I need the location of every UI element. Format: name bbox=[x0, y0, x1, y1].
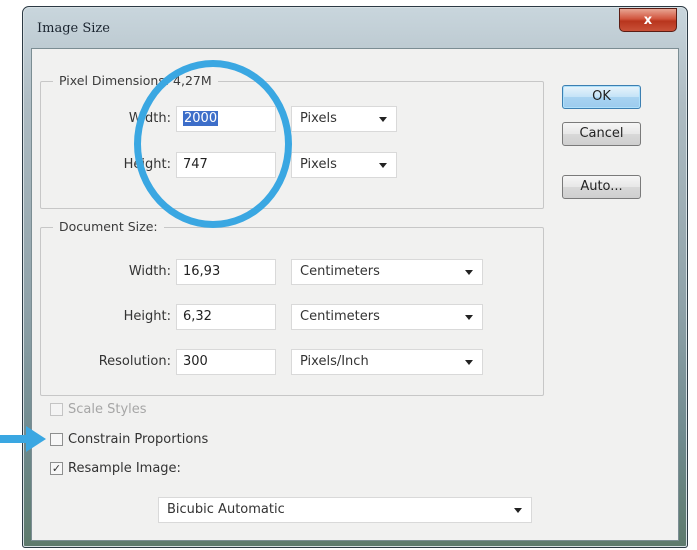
chevron-down-icon bbox=[514, 508, 522, 513]
pixel-height-unit-select[interactable]: Pixels bbox=[291, 152, 397, 178]
resample-method-value: Bicubic Automatic bbox=[167, 502, 285, 517]
resample-image-label[interactable]: Resample Image: bbox=[68, 461, 181, 476]
checkmark-icon: ✓ bbox=[51, 461, 62, 475]
doc-height-input[interactable]: 6,32 bbox=[176, 304, 276, 330]
title-bar[interactable]: Image Size x bbox=[23, 7, 687, 49]
dialog-body: Pixel Dimensions: 4,27M Width: 2000 Pixe… bbox=[31, 48, 679, 541]
pixel-width-input[interactable]: 2000 bbox=[176, 106, 276, 132]
chevron-down-icon bbox=[379, 117, 387, 122]
chevron-down-icon bbox=[465, 315, 473, 320]
document-size-group: Document Size: Width: 16,93 Centimeters … bbox=[40, 219, 544, 396]
ok-button[interactable]: OK bbox=[562, 85, 641, 109]
pixel-width-unit: Pixels bbox=[300, 111, 337, 126]
resample-image-checkbox[interactable]: ✓ bbox=[50, 461, 63, 475]
pixel-width-label: Width: bbox=[128, 111, 171, 126]
pixel-height-unit: Pixels bbox=[300, 157, 337, 172]
resolution-unit-select[interactable]: Pixels/Inch bbox=[291, 349, 483, 375]
doc-width-value: 16,93 bbox=[183, 264, 221, 279]
cancel-button[interactable]: Cancel bbox=[562, 122, 641, 146]
pixel-height-value: 747 bbox=[183, 157, 208, 172]
doc-width-input[interactable]: 16,93 bbox=[176, 259, 276, 285]
resample-method-select[interactable]: Bicubic Automatic bbox=[158, 497, 532, 523]
dialog-title: Image Size bbox=[37, 21, 110, 36]
resolution-input[interactable]: 300 bbox=[176, 349, 276, 375]
pixel-height-label: Height: bbox=[123, 157, 171, 172]
constrain-proportions-option[interactable]: Constrain Proportions bbox=[50, 429, 208, 449]
constrain-proportions-checkbox[interactable] bbox=[50, 432, 63, 446]
scale-styles-option: Scale Styles bbox=[50, 399, 147, 419]
doc-height-unit-select[interactable]: Centimeters bbox=[291, 304, 483, 330]
chevron-down-icon bbox=[379, 163, 387, 168]
scale-styles-checkbox bbox=[50, 402, 63, 416]
close-icon: x bbox=[643, 12, 653, 28]
chevron-down-icon bbox=[465, 270, 473, 275]
scale-styles-label: Scale Styles bbox=[68, 401, 147, 417]
doc-width-unit: Centimeters bbox=[300, 264, 380, 279]
close-button[interactable]: x bbox=[619, 8, 677, 32]
auto-button[interactable]: Auto... bbox=[562, 175, 641, 199]
constrain-proportions-label[interactable]: Constrain Proportions bbox=[68, 432, 208, 447]
doc-height-label: Height: bbox=[123, 309, 171, 324]
pixel-width-value: 2000 bbox=[183, 111, 219, 126]
pixel-height-input[interactable]: 747 bbox=[176, 152, 276, 178]
doc-height-value: 6,32 bbox=[183, 309, 212, 324]
resolution-label: Resolution: bbox=[98, 354, 171, 369]
document-size-label: Document Size: bbox=[53, 219, 164, 234]
doc-width-label: Width: bbox=[128, 264, 171, 279]
doc-width-unit-select[interactable]: Centimeters bbox=[291, 259, 483, 285]
resolution-unit: Pixels/Inch bbox=[300, 354, 369, 369]
arrow-right-icon bbox=[0, 426, 46, 452]
resample-image-option[interactable]: ✓ Resample Image: bbox=[50, 458, 181, 478]
resolution-value: 300 bbox=[183, 354, 208, 369]
image-size-dialog: Image Size x Pixel Dimensions: 4,27M Wid… bbox=[22, 6, 688, 548]
pixel-dimensions-label: Pixel Dimensions: 4,27M bbox=[53, 73, 218, 88]
chevron-down-icon bbox=[465, 360, 473, 365]
pixel-width-unit-select[interactable]: Pixels bbox=[291, 106, 397, 132]
doc-height-unit: Centimeters bbox=[300, 309, 380, 324]
pixel-dimensions-group: Pixel Dimensions: 4,27M Width: 2000 Pixe… bbox=[40, 73, 544, 209]
